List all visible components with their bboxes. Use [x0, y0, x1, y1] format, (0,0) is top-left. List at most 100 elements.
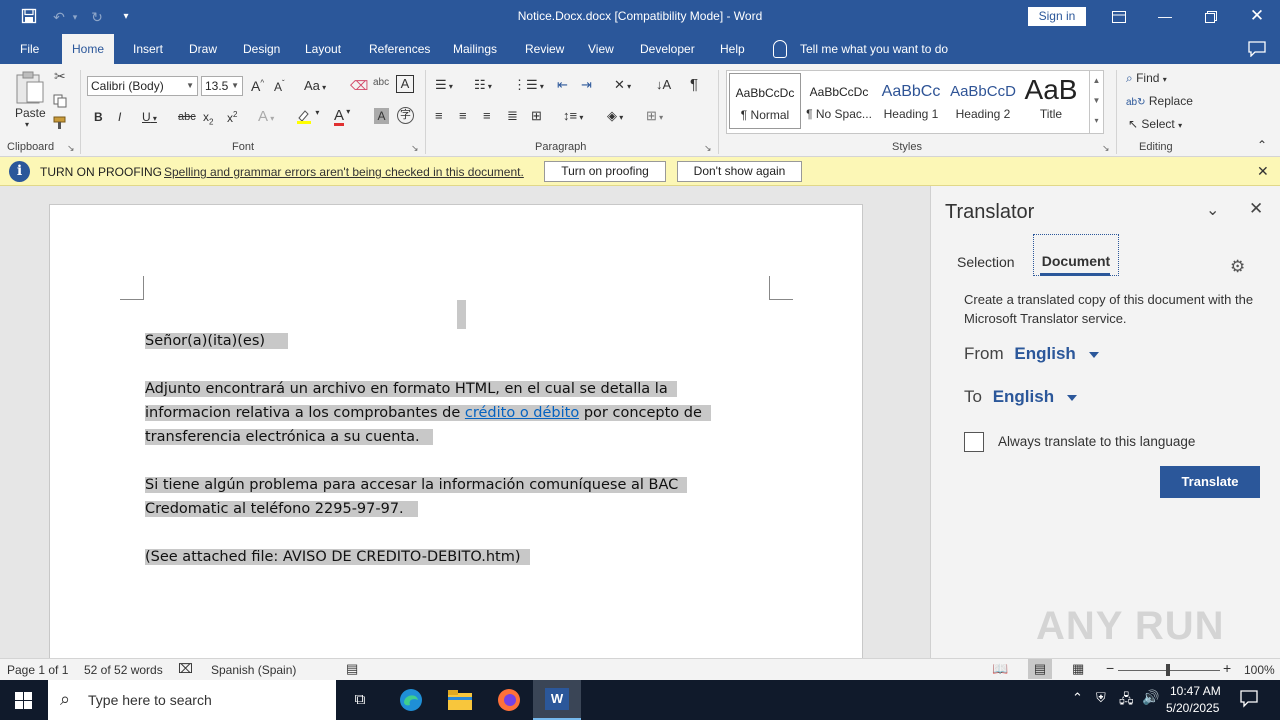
change-case-icon[interactable]: Aa ▾	[304, 78, 326, 93]
collapse-ribbon-icon[interactable]: ⌃	[1257, 138, 1267, 152]
scroll-up-icon[interactable]: ▲	[1090, 71, 1103, 91]
clipboard-launcher-icon[interactable]: ↘	[67, 143, 75, 154]
firefox-icon[interactable]	[496, 688, 522, 712]
file-explorer-icon[interactable]	[447, 688, 473, 712]
styles-launcher-icon[interactable]: ↘	[1102, 143, 1110, 154]
multilevel-list-icon[interactable]: ⋮☰ ▾	[513, 77, 544, 93]
show-hidden-icons-icon[interactable]: ⌃	[1072, 690, 1083, 706]
grow-font-icon[interactable]: A^	[251, 78, 264, 94]
close-icon[interactable]: ✕	[1249, 199, 1263, 219]
proofing-icon[interactable]: ⌧	[178, 661, 193, 677]
tab-document[interactable]: Document	[1033, 234, 1119, 276]
paste-icon[interactable]	[14, 70, 46, 109]
justify-icon[interactable]: ≣	[507, 108, 518, 124]
font-launcher-icon[interactable]: ↘	[411, 143, 419, 154]
font-name-combo[interactable]: Calibri (Body) ▼	[87, 76, 198, 96]
bullets-icon[interactable]: ☰ ▾	[435, 77, 453, 93]
find-button[interactable]: ⌕ Find ▾	[1126, 71, 1167, 86]
from-language-select[interactable]: English	[1014, 344, 1075, 363]
windows-start-icon[interactable]	[15, 692, 32, 712]
borders-icon[interactable]: ⊞ ▾	[646, 108, 663, 124]
tell-me-search[interactable]: Tell me what you want to do	[800, 34, 948, 64]
italic-icon[interactable]: I	[118, 110, 121, 124]
show-formatting-icon[interactable]: ¶	[690, 76, 698, 93]
edge-icon[interactable]	[398, 688, 424, 712]
tab-layout[interactable]: Layout	[305, 34, 341, 64]
volume-icon[interactable]: 🔊	[1142, 689, 1159, 706]
turn-on-proofing-button[interactable]: Turn on proofing	[544, 161, 666, 182]
paragraph-launcher-icon[interactable]: ↘	[704, 143, 712, 154]
character-shading-icon[interactable]: A	[374, 108, 389, 124]
zoom-level[interactable]: 100%	[1244, 663, 1275, 677]
task-view-icon[interactable]: ⧉	[347, 688, 373, 712]
close-icon[interactable]: ✕	[1257, 163, 1269, 180]
notifications-icon[interactable]	[1240, 690, 1258, 711]
web-layout-icon[interactable]: ▦	[1072, 661, 1084, 677]
more-styles-icon[interactable]: ▾	[1090, 111, 1103, 131]
style-heading-1[interactable]: AaBbCc Heading 1	[875, 73, 947, 129]
tab-developer[interactable]: Developer	[640, 34, 695, 64]
tab-insert[interactable]: Insert	[133, 34, 163, 64]
paste-dropdown-icon[interactable]: ▾	[25, 120, 29, 129]
line-spacing-icon[interactable]: ↕≡ ▾	[563, 108, 583, 123]
tab-mailings[interactable]: Mailings	[453, 34, 497, 64]
enclose-character-icon[interactable]: 字	[397, 107, 414, 124]
read-mode-icon[interactable]: 📖	[992, 661, 1008, 677]
numbering-icon[interactable]: ☷ ▾	[474, 77, 492, 93]
replace-button[interactable]: ab↻ Replace	[1126, 94, 1193, 108]
enclose-characters-icon[interactable]: A	[396, 75, 414, 93]
close-button[interactable]: ✕	[1234, 0, 1280, 34]
style-no-spacing[interactable]: AaBbCcDc ¶ No Spac...	[803, 73, 875, 129]
tab-selection[interactable]: Selection	[957, 254, 1015, 270]
comments-icon[interactable]	[1248, 41, 1266, 60]
shrink-font-icon[interactable]: Aˇ	[274, 79, 285, 94]
select-button[interactable]: ↖ Select ▾	[1128, 117, 1182, 131]
sign-in-button[interactable]: Sign in	[1028, 7, 1086, 26]
document-body[interactable]: Señor(a)(ita)(es) Adjunto encontrará un …	[145, 329, 725, 569]
word-taskbar-button[interactable]: W	[533, 680, 581, 720]
language-indicator[interactable]: Spanish (Spain)	[211, 663, 296, 677]
accessibility-icon[interactable]: ▤	[346, 661, 358, 677]
zoom-out-icon[interactable]: −	[1106, 660, 1114, 676]
word-count[interactable]: 52 of 52 words	[84, 663, 163, 677]
scroll-down-icon[interactable]: ▼	[1090, 91, 1103, 111]
distributed-icon[interactable]: ⊞	[531, 108, 542, 124]
tab-draw[interactable]: Draw	[189, 34, 217, 64]
clock-date[interactable]: 5/20/2025	[1166, 701, 1219, 715]
security-icon[interactable]: ⛨	[1096, 690, 1106, 706]
credit-debit-link[interactable]: crédito o débito	[464, 405, 580, 421]
to-language-select[interactable]: English	[993, 387, 1054, 406]
network-icon[interactable]: 🖧	[1119, 690, 1134, 712]
cut-icon[interactable]: ✂	[54, 68, 66, 85]
text-effects-icon[interactable]: A ▾	[258, 108, 274, 125]
tab-review[interactable]: Review	[525, 34, 564, 64]
asian-layout-icon[interactable]: ✕ ▾	[614, 77, 631, 93]
print-layout-icon[interactable]: ▤	[1028, 659, 1052, 679]
clock-time[interactable]: 10:47 AM	[1170, 684, 1221, 698]
phonetic-guide-icon[interactable]: abc	[373, 77, 389, 88]
font-color-icon[interactable]: A ▾	[334, 107, 350, 126]
tab-view[interactable]: View	[588, 34, 614, 64]
dont-show-again-button[interactable]: Don't show again	[677, 161, 802, 182]
copy-icon[interactable]	[53, 94, 67, 111]
format-painter-icon[interactable]	[53, 116, 69, 133]
style-normal[interactable]: AaBbCcDc ¶ Normal	[729, 73, 801, 129]
superscript-icon[interactable]: x2	[227, 110, 237, 125]
tab-help[interactable]: Help	[720, 34, 745, 64]
align-right-icon[interactable]: ≡	[483, 108, 491, 123]
clear-formatting-icon[interactable]: ⌫	[350, 78, 368, 94]
zoom-slider-thumb[interactable]	[1166, 664, 1170, 676]
bold-icon[interactable]: B	[94, 110, 103, 124]
decrease-indent-icon[interactable]: ⇤	[557, 77, 568, 93]
document-page[interactable]: Señor(a)(ita)(es) Adjunto encontrará un …	[49, 204, 863, 658]
tab-file[interactable]: File	[20, 34, 39, 64]
translate-button[interactable]: Translate	[1160, 466, 1260, 498]
gear-icon[interactable]: ⚙	[1230, 257, 1245, 277]
highlight-icon[interactable]: ▾	[296, 108, 319, 127]
sort-icon[interactable]: ↓A	[656, 77, 671, 92]
align-left-icon[interactable]: ≡	[435, 108, 443, 123]
underline-icon[interactable]: U ▾	[142, 110, 157, 124]
tab-home[interactable]: Home	[62, 34, 115, 64]
minimize-button[interactable]: —	[1142, 0, 1188, 34]
subscript-icon[interactable]: x2	[203, 110, 213, 126]
